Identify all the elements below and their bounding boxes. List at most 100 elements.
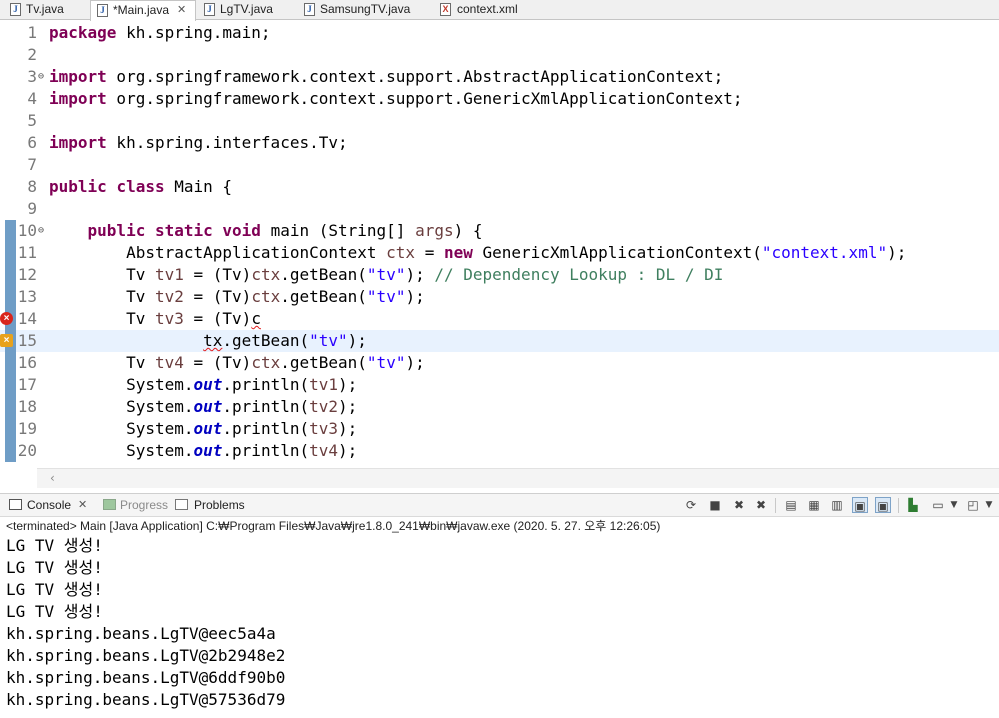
fold-collapse-icon[interactable]: ⊖ <box>38 72 47 82</box>
code-text: import kh.spring.interfaces.Tv; <box>49 132 348 154</box>
code-span: GenericXmlApplicationContext( <box>472 243 762 262</box>
display-console-icon[interactable]: ▭ <box>930 497 946 513</box>
editor-horizontal-scrollbar[interactable]: ‹ <box>37 468 999 488</box>
code-span: kh.spring.main; <box>116 23 271 42</box>
line-number: 5 <box>27 111 37 130</box>
fold-collapse-icon[interactable]: ⊖ <box>38 226 47 236</box>
line-number: 15 <box>17 331 37 350</box>
tab-label: context.xml <box>457 2 518 16</box>
code-text: System.out.println(tv1); <box>49 374 357 396</box>
code-line: 19 System.out.println(tv3); <box>0 418 999 440</box>
code-line: 7 <box>0 154 999 176</box>
code-span: ); <box>405 353 425 372</box>
line-number: 20 <box>17 441 37 460</box>
show-on-stdout-icon[interactable]: ▣ <box>852 497 868 513</box>
code-span: System. <box>49 375 194 394</box>
keyword: package <box>49 23 117 42</box>
word-wrap-icon[interactable]: ▥ <box>829 497 845 513</box>
console-line: kh.spring.beans.LgTV@6ddf90b0 <box>6 668 286 687</box>
variable: ctx <box>251 287 281 306</box>
open-console-icon[interactable]: ◰ <box>965 497 981 513</box>
line-number: 16 <box>17 353 37 372</box>
tab-lgtv-java[interactable]: J LgTV.java <box>200 0 296 20</box>
toolbar-separator <box>898 498 899 513</box>
code-span: Main { <box>164 177 233 196</box>
code-line: 5 <box>0 110 999 132</box>
code-text: AbstractApplicationContext ctx = new Gen… <box>49 242 906 264</box>
tab-label: Console <box>27 498 72 512</box>
string-literal: "tv" <box>366 353 406 372</box>
code-text: Tv tv4 = (Tv)ctx.getBean("tv"); <box>49 352 425 374</box>
tab-console[interactable]: Console ✕ <box>8 494 92 517</box>
chevron-down-icon[interactable]: ▼ <box>946 497 962 513</box>
keyword: import <box>49 67 107 86</box>
code-span <box>49 331 203 350</box>
chevron-down-icon[interactable]: ▼ <box>981 497 997 513</box>
code-span: ); <box>338 441 358 460</box>
variable: tv2 <box>154 287 184 306</box>
string-literal: "tv" <box>309 331 348 350</box>
scroll-lock-icon[interactable]: ▦ <box>806 497 822 513</box>
code-text: public static void main (String[] args) … <box>49 220 483 242</box>
code-span: Tv <box>49 309 155 328</box>
code-text: tx.getBean("tv"); <box>49 330 367 352</box>
tab-context-xml[interactable]: X context.xml <box>438 0 538 20</box>
line-number: 18 <box>17 397 37 416</box>
code-text: Tv tv2 = (Tv)ctx.getBean("tv"); <box>49 286 425 308</box>
line-number: 14 <box>17 309 37 328</box>
close-tab-icon[interactable]: ✕ <box>177 1 186 20</box>
pin-console-icon[interactable]: ▙ <box>905 497 921 513</box>
code-line: 20 System.out.println(tv4); <box>0 440 999 462</box>
console-icon <box>9 499 22 510</box>
code-text: System.out.println(tv4); <box>49 440 357 462</box>
scroll-left-icon[interactable]: ‹ <box>50 469 55 487</box>
code-line: 11 AbstractApplicationContext ctx = new … <box>0 242 999 264</box>
static-field: out <box>193 441 223 460</box>
code-span: Tv <box>49 353 155 372</box>
clear-console-icon[interactable]: ▤ <box>783 497 799 513</box>
tab-progress[interactable]: Progress <box>103 494 169 517</box>
code-span: .println( <box>222 441 310 460</box>
code-line: 3 ⊖ import org.springframework.context.s… <box>0 66 999 88</box>
code-span: AbstractApplicationContext <box>49 243 387 262</box>
keyword: import <box>49 133 107 152</box>
code-span: ); <box>338 419 358 438</box>
tab-problems[interactable]: Problems <box>175 494 247 517</box>
keyword: public <box>49 177 107 196</box>
console-view-bar: Console ✕ Progress Problems ⟳ ■ ✖ ✖ ▤ ▦ … <box>0 493 999 517</box>
line-number: 13 <box>17 287 37 306</box>
remove-all-terminated-icon[interactable]: ✖ <box>753 497 769 513</box>
tab-tv-java[interactable]: J Tv.java <box>6 0 88 20</box>
show-on-stderr-icon[interactable]: ▣ <box>875 497 891 513</box>
code-span: ); <box>887 243 907 262</box>
java-file-icon: J <box>304 3 315 16</box>
toolbar-separator <box>775 498 776 513</box>
console-line: LG TV 생성! <box>6 558 103 577</box>
code-line: 17 System.out.println(tv1); <box>0 374 999 396</box>
line-number: 6 <box>27 133 37 152</box>
comment: // Dependency Lookup : DL / DI <box>434 265 724 284</box>
tab-main-java[interactable]: J *Main.java ✕ <box>90 0 196 21</box>
java-file-icon: J <box>204 3 215 16</box>
xml-file-icon: X <box>440 3 451 16</box>
terminate-icon[interactable]: ■ <box>707 497 723 513</box>
editor-tab-bar: J Tv.java J *Main.java ✕ J LgTV.java J S… <box>0 0 999 21</box>
keyword: public <box>87 221 146 240</box>
keyword: new <box>443 243 473 262</box>
console-line: kh.spring.beans.LgTV@2b2948e2 <box>6 646 286 665</box>
console-output[interactable]: LG TV 생성! LG TV 생성! LG TV 생성! LG TV 생성! … <box>6 535 285 711</box>
code-editor[interactable]: 1 package kh.spring.main; 2 3 ⊖ import o… <box>0 21 999 468</box>
tab-samsungtv-java[interactable]: J SamsungTV.java <box>300 0 430 20</box>
code-span: .println( <box>222 397 310 416</box>
disconnect-icon[interactable]: ⟳ <box>683 497 699 513</box>
code-line: 10 ⊖ public static void main (String[] a… <box>0 220 999 242</box>
variable: ctx <box>386 243 416 262</box>
code-span: .getBean( <box>280 353 367 372</box>
code-span: ); <box>405 265 435 284</box>
line-number: 12 <box>17 265 37 284</box>
code-span: main (String[] <box>260 221 416 240</box>
close-tab-icon[interactable]: ✕ <box>78 494 87 516</box>
remove-launch-icon[interactable]: ✖ <box>731 497 747 513</box>
code-span: System. <box>49 441 194 460</box>
code-span: Tv <box>49 265 155 284</box>
